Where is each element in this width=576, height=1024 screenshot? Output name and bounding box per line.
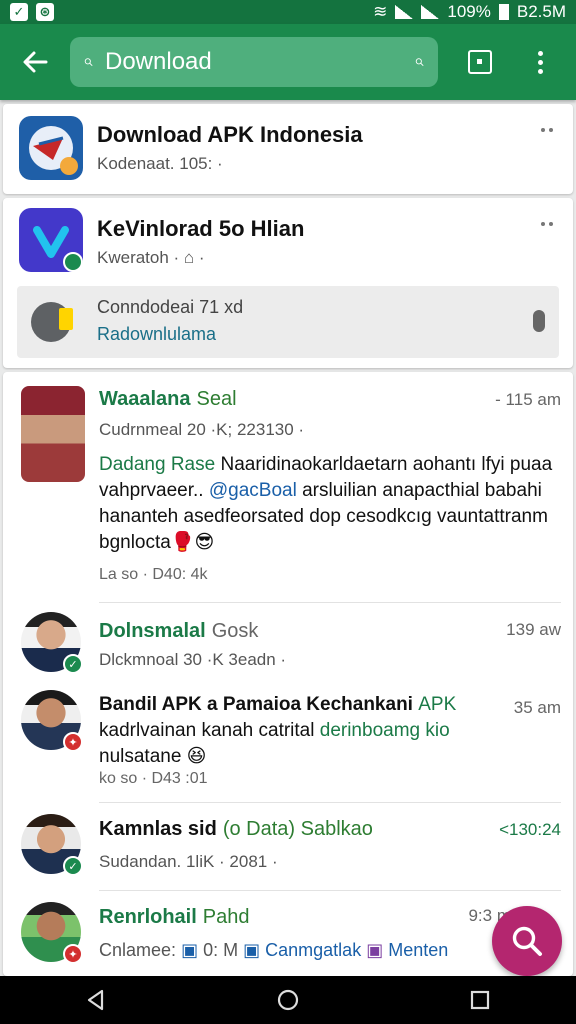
data-usage: B2.5M bbox=[516, 2, 566, 21]
verified-badge-icon: ✓ bbox=[63, 654, 83, 674]
app-logo bbox=[19, 208, 83, 272]
check-notification-icon: ✓ bbox=[10, 3, 28, 21]
status-bar: ✓ ⊛ ≋ 109% B2.5M bbox=[0, 0, 576, 24]
post-body: Dadang Rase Naaridinaokarldaetarn aohant… bbox=[99, 454, 553, 553]
verified-badge-icon: ✓ bbox=[63, 856, 83, 876]
promo-line-2[interactable]: Radownlulama bbox=[97, 324, 216, 345]
nav-recents-icon[interactable] bbox=[468, 988, 492, 1012]
app-title: Download APK Indonesia bbox=[97, 122, 363, 147]
post-time: <130:24 bbox=[499, 820, 561, 839]
divider bbox=[99, 802, 561, 803]
feed-post[interactable]: ✓ Dolnsmalal Gosk 139 aw Dlckmnoal 30 ·K … bbox=[21, 612, 561, 682]
feed-card: Waaalana Seal - 115 am Cudrnmeal 20 ·K; 2… bbox=[3, 372, 573, 976]
feed-post[interactable]: Waaalana Seal - 115 am Cudrnmeal 20 ·K; 2… bbox=[21, 386, 561, 606]
post-meta: Dlckmnoal 30 ·K 3eadn · bbox=[99, 650, 287, 669]
app-result-card[interactable]: KeVinlorad 5o Hlian Kweratoh · ⌂ · Connd… bbox=[3, 198, 573, 368]
search-icon bbox=[84, 58, 93, 66]
filter-icon bbox=[468, 50, 492, 74]
overflow-menu-button[interactable] bbox=[510, 24, 570, 100]
filter-button[interactable] bbox=[450, 24, 510, 100]
post-meta: Cnlamee: ▣ 0: M ▣ Canmgatlak ▣ Menten bbox=[99, 940, 449, 960]
app-title: KeVinlorad 5o Hlian bbox=[97, 216, 305, 241]
divider bbox=[99, 602, 561, 603]
post-time: - 115 am bbox=[495, 390, 561, 409]
signal-icon-2 bbox=[421, 5, 440, 19]
poster-name[interactable]: Kamnlas sid (o Data) Sablkao bbox=[99, 818, 373, 841]
avatar[interactable]: ✦ bbox=[21, 902, 83, 964]
more-options-icon[interactable] bbox=[541, 128, 553, 132]
feed-post[interactable]: ✦ Renrlohail Pahd 9:3 m Cnlamee: ▣ 0: M ▣… bbox=[21, 902, 561, 972]
post-stats: La so · D40: 4k bbox=[99, 566, 208, 583]
search-bar[interactable] bbox=[70, 37, 438, 87]
battery-percent: 109% bbox=[447, 2, 491, 21]
battery-icon bbox=[498, 4, 509, 20]
app-subtitle: Kweratoh · ⌂ · bbox=[97, 248, 205, 267]
back-button[interactable] bbox=[0, 24, 70, 100]
app-result-card[interactable]: Download APK Indonesia Kodenaat. 105: · bbox=[3, 104, 573, 194]
poster-name[interactable]: Renrlohail Pahd bbox=[99, 906, 250, 929]
avatar[interactable]: ✓ bbox=[21, 814, 83, 876]
app-bar bbox=[0, 24, 576, 100]
app-logo bbox=[19, 116, 83, 180]
app-notification-icon: ⊛ bbox=[36, 3, 54, 21]
nav-home-icon[interactable] bbox=[276, 988, 300, 1012]
post-meta: Sudandan. 1liK · 2081 · bbox=[99, 852, 278, 871]
search-fab[interactable] bbox=[492, 906, 562, 976]
promo-icon bbox=[31, 302, 73, 342]
lock-icon bbox=[533, 310, 545, 332]
mention-link[interactable]: @gacBoal bbox=[209, 480, 297, 501]
signal-icon bbox=[395, 5, 414, 19]
feed-post[interactable]: ✦ 35 am Bandil APK a Pamaioa Kechankani … bbox=[21, 690, 561, 800]
wifi-icon: ≋ bbox=[373, 2, 388, 21]
flag-badge-icon: ✦ bbox=[63, 732, 83, 752]
search-input[interactable] bbox=[105, 48, 415, 76]
search-icon bbox=[512, 926, 542, 956]
divider bbox=[99, 890, 561, 891]
promo-banner[interactable]: Conndodeai 71 xd Radownlulama bbox=[17, 286, 559, 358]
poster-name[interactable]: Waaalana Seal bbox=[99, 388, 237, 411]
system-nav-bar bbox=[0, 976, 576, 1024]
nav-back-icon[interactable] bbox=[84, 988, 108, 1012]
promo-line-1: Conndodeai 71 xd bbox=[97, 297, 244, 317]
post-meta: Cudrnmeal 20 ·K; 223130 · bbox=[99, 420, 305, 439]
avatar[interactable]: ✓ bbox=[21, 612, 83, 674]
post-time: 35 am bbox=[513, 698, 561, 717]
post-stats: ko so · D43 :01 bbox=[99, 770, 208, 787]
post-time: 139 aw bbox=[506, 620, 561, 639]
more-options-icon[interactable] bbox=[541, 222, 553, 226]
more-vert-icon bbox=[537, 50, 543, 74]
search-submit-icon[interactable] bbox=[415, 49, 424, 75]
feed-post[interactable]: ✓ Kamnlas sid (o Data) Sablkao <130:24 Su… bbox=[21, 814, 561, 884]
post-body: Bandil APK a Pamaioa Kechankani APK kadr… bbox=[99, 694, 457, 767]
avatar[interactable] bbox=[21, 386, 85, 482]
avatar[interactable]: ✦ bbox=[21, 690, 83, 752]
flag-badge-icon: ✦ bbox=[63, 944, 83, 964]
back-arrow-icon bbox=[23, 51, 48, 73]
poster-name[interactable]: Dolnsmalal Gosk bbox=[99, 620, 258, 643]
app-subtitle: Kodenaat. 105: · bbox=[97, 154, 223, 173]
